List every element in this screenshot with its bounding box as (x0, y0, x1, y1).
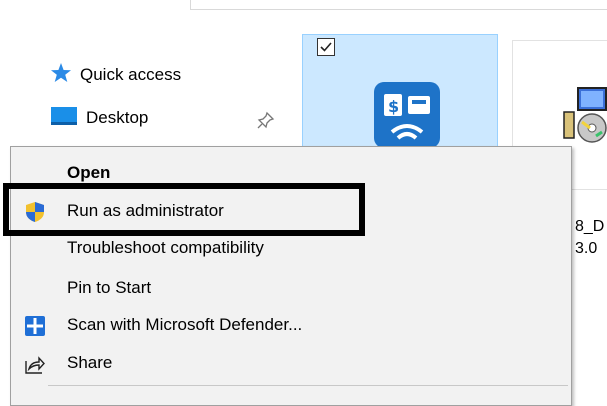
nav-item-desktop[interactable]: Desktop (50, 104, 148, 132)
menu-separator (48, 385, 568, 386)
menu-item-pin-to-start[interactable]: Pin to Start (10, 270, 570, 306)
highlight-box (3, 183, 365, 236)
star-icon (50, 62, 72, 89)
file-checkbox[interactable] (317, 38, 335, 56)
nav-item-label: Quick access (80, 65, 182, 84)
menu-item-label: Share (67, 353, 113, 372)
file-name-line: 8_D (575, 218, 605, 235)
svg-text:$: $ (388, 97, 399, 116)
menu-item-scan-defender[interactable]: Scan with Microsoft Defender... (10, 307, 570, 343)
defender-icon (24, 315, 46, 337)
scanner-app-icon: $ (374, 82, 440, 148)
menu-item-share[interactable]: Share (10, 345, 570, 381)
desktop-icon (50, 105, 78, 132)
menu-item-label: Scan with Microsoft Defender... (67, 315, 303, 334)
nav-item-label: Desktop (86, 108, 149, 127)
installer-icon (556, 84, 607, 152)
file-name-line: 3.0 (575, 240, 598, 257)
menu-item-label: Open (67, 163, 111, 182)
address-bar-edge (190, 0, 607, 10)
menu-item-label: Troubleshoot compatibility (67, 238, 264, 257)
menu-item-label: Pin to Start (67, 278, 152, 297)
share-icon (24, 353, 46, 375)
pin-icon[interactable] (257, 111, 275, 129)
nav-item-quick-access[interactable]: Quick access (50, 61, 181, 89)
